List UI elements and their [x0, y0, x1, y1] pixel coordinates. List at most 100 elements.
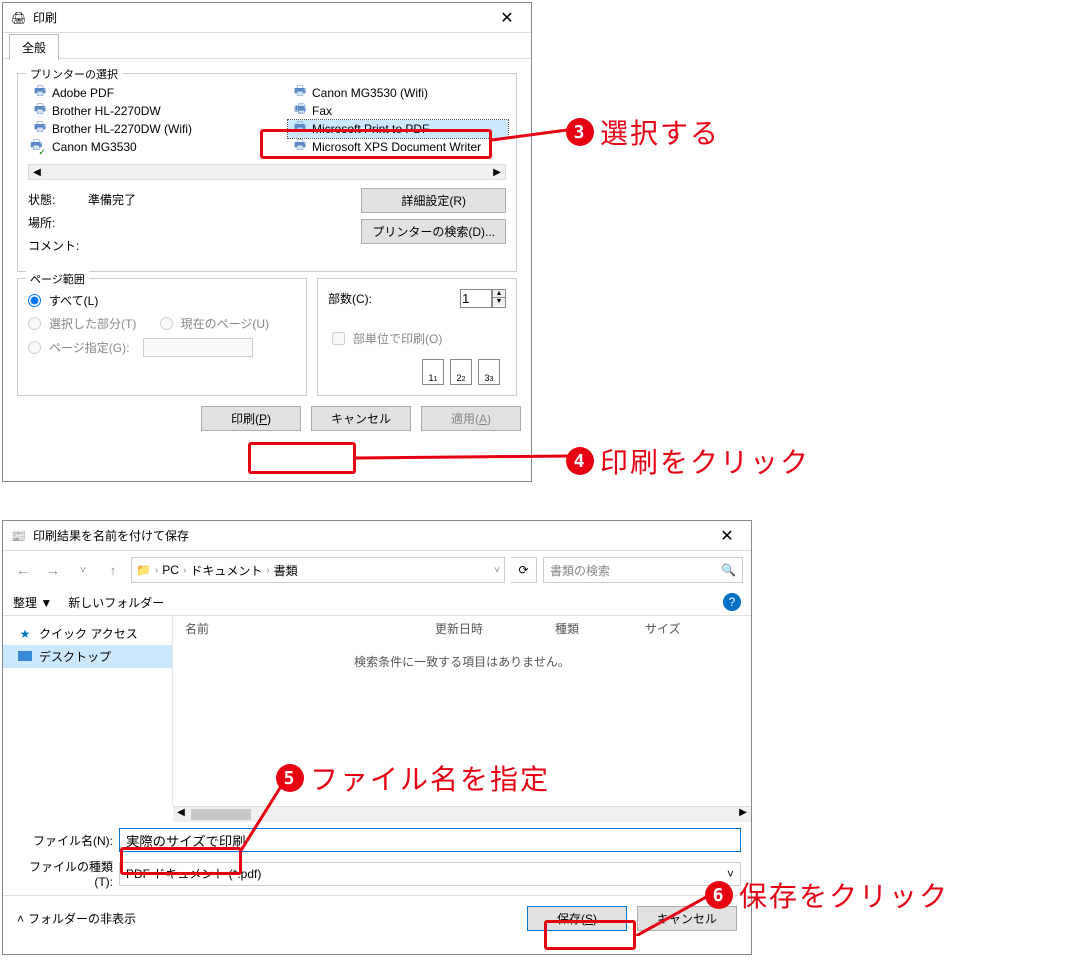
annotation-3: 3 選択する	[566, 112, 720, 152]
file-list-scrollbar[interactable]: ◀ ▶	[173, 806, 751, 822]
nav-up-icon[interactable]: ↑	[101, 558, 125, 582]
nav-forward-icon: →	[41, 558, 65, 582]
chevron-right-icon: ›	[155, 565, 158, 576]
range-all-radio[interactable]: すべて(L)	[28, 289, 296, 312]
step-badge-4: 4	[566, 447, 594, 475]
chevron-icon: ˄	[17, 912, 24, 926]
sidebar-item-desktop[interactable]: デスクトップ	[3, 645, 172, 668]
range-pages-radio: ページ指定(G):	[28, 335, 296, 360]
collate-page-icon: 22	[450, 359, 472, 385]
comment-label: コメント:	[28, 237, 88, 254]
status-label: 状態:	[28, 191, 88, 208]
scroll-right-icon[interactable]: ▶	[489, 167, 505, 178]
folder-icon: 📁	[136, 563, 151, 577]
toolbar: 整理 ▼ 新しいフォルダー ?	[3, 589, 751, 616]
printer-item[interactable]: 🖶Brother HL-2270DW (Wifi)	[28, 120, 248, 138]
scroll-left-icon[interactable]: ◀	[173, 807, 189, 822]
printer-icon: 🖶	[292, 121, 308, 137]
address-bar[interactable]: 📁 › PC › ドキュメント › 書類 ˅	[131, 557, 505, 583]
chevron-down-icon[interactable]: ˅	[494, 565, 500, 576]
printer-icon: 🖶	[32, 85, 48, 101]
search-icon: 🔍	[721, 563, 736, 577]
printer-icon: 🖶	[292, 85, 308, 101]
page-range-legend: ページ範囲	[26, 271, 89, 287]
copies-spinner[interactable]: ▲▼	[492, 289, 506, 308]
annotation-text-3: 選択する	[600, 112, 720, 152]
scroll-left-icon[interactable]: ◀	[29, 167, 45, 178]
col-date[interactable]: 更新日時	[435, 620, 555, 637]
tab-general[interactable]: 全般	[9, 34, 59, 60]
preferences-button[interactable]: 詳細設定(R)	[361, 188, 506, 213]
printer-item[interactable]: 🖷Fax	[288, 102, 508, 120]
printer-list-scrollbar[interactable]: ◀ ▶	[28, 164, 506, 180]
printer-check-icon: 🖶	[32, 139, 48, 155]
printer-icon: 🖶	[32, 121, 48, 137]
printer-item-selected[interactable]: 🖶Microsoft Print to PDF	[288, 120, 508, 138]
save-title: 印刷結果を名前を付けて保存	[33, 527, 707, 544]
save-button[interactable]: 保存(S)	[527, 906, 627, 931]
help-icon[interactable]: ?	[723, 593, 741, 611]
save-bottom-row: ˄フォルダーの非表示 保存(S) キャンセル	[3, 895, 751, 941]
new-folder-button[interactable]: 新しいフォルダー	[68, 594, 164, 611]
collate-checkbox: 部単位で印刷(O)	[328, 326, 506, 351]
breadcrumb-bar: ← → ˅ ↑ 📁 › PC › ドキュメント › 書類 ˅ ⟳ 書類の検索🔍	[3, 551, 751, 589]
refresh-icon[interactable]: ⟳	[511, 557, 537, 583]
tabs-row: 全般	[3, 33, 531, 59]
organize-button[interactable]: 整理 ▼	[13, 594, 52, 611]
annotation-6: 6 保存をクリック	[705, 875, 949, 915]
collate-page-icon: 11	[422, 359, 444, 385]
spin-up-icon[interactable]: ▲	[493, 290, 505, 298]
printer-item-default[interactable]: 🖶Canon MG3530	[28, 138, 248, 156]
col-name[interactable]: 名前	[185, 620, 435, 637]
copies-input[interactable]	[460, 289, 492, 308]
list-header: 名前 更新日時 種類 サイズ	[173, 616, 751, 641]
filename-label: ファイル名(N):	[13, 832, 113, 849]
printer-group-legend: プリンターの選択	[26, 66, 122, 82]
fax-icon: 🖷	[292, 103, 308, 119]
print-button[interactable]: 印刷(P)	[201, 406, 301, 431]
printer-status-grid: 状態:準備完了 場所: コメント: 詳細設定(R) プリンターの検索(D)...	[28, 188, 506, 257]
annotation-text-6: 保存をクリック	[739, 875, 949, 915]
save-titlebar: 📰 印刷結果を名前を付けて保存 ✕	[3, 521, 751, 551]
status-value: 準備完了	[88, 191, 136, 208]
app-icon: 📰	[11, 528, 27, 544]
find-printer-button[interactable]: プリンターの検索(D)...	[361, 219, 506, 244]
print-title: 印刷	[33, 9, 487, 26]
nav-recent-icon[interactable]: ˅	[71, 558, 95, 582]
col-type[interactable]: 種類	[555, 620, 645, 637]
printer-item[interactable]: 🖶Microsoft XPS Document Writer	[288, 138, 508, 156]
printer-item[interactable]: 🖶Adobe PDF	[28, 84, 248, 102]
scroll-right-icon[interactable]: ▶	[735, 807, 751, 822]
cancel-button[interactable]: キャンセル	[311, 406, 411, 431]
copies-label: 部数(C):	[328, 290, 372, 307]
nav-back-icon[interactable]: ←	[11, 558, 35, 582]
printer-icon: 🖶	[32, 103, 48, 119]
printer-item[interactable]: 🖶Canon MG3530 (Wifi)	[288, 84, 508, 102]
desktop-icon	[17, 650, 33, 664]
hide-folders-toggle[interactable]: ˄フォルダーの非表示	[17, 910, 136, 927]
chevron-right-icon: ›	[183, 565, 186, 576]
breadcrumb-seg[interactable]: ドキュメント	[190, 562, 262, 579]
printer-item[interactable]: 🖶Brother HL-2270DW	[28, 102, 248, 120]
breadcrumb-seg[interactable]: PC	[162, 563, 179, 577]
filetype-select[interactable]: PDF ドキュメント (*.pdf)˅	[119, 862, 741, 886]
search-input[interactable]: 書類の検索🔍	[543, 557, 743, 583]
location-label: 場所:	[28, 214, 88, 231]
printer-list[interactable]: 🖶Adobe PDF 🖶Brother HL-2270DW 🖶Brother H…	[28, 84, 506, 164]
print-titlebar: 🖨 印刷 ✕	[3, 3, 531, 33]
close-button[interactable]: ✕	[487, 4, 527, 32]
step-badge-3: 3	[566, 118, 594, 146]
close-button[interactable]: ✕	[707, 522, 747, 550]
filename-row: ファイル名(N):	[3, 822, 751, 858]
spin-down-icon[interactable]: ▼	[493, 298, 505, 306]
collate-icons: 11 22 33	[328, 359, 506, 385]
scroll-thumb[interactable]	[191, 809, 251, 820]
annotation-text-5: ファイル名を指定	[310, 758, 550, 798]
col-size[interactable]: サイズ	[645, 620, 705, 637]
page-range-group: ページ範囲 すべて(L) 選択した部分(T) 現在のページ(U) ページ指定(G…	[17, 278, 307, 396]
apply-button: 適用(A)	[421, 406, 521, 431]
breadcrumb-seg[interactable]: 書類	[274, 562, 298, 579]
sidebar-item-quick-access[interactable]: ★クイック アクセス	[3, 622, 172, 645]
filename-input[interactable]	[119, 828, 741, 852]
range-selection-radio: 選択した部分(T) 現在のページ(U)	[28, 312, 296, 335]
